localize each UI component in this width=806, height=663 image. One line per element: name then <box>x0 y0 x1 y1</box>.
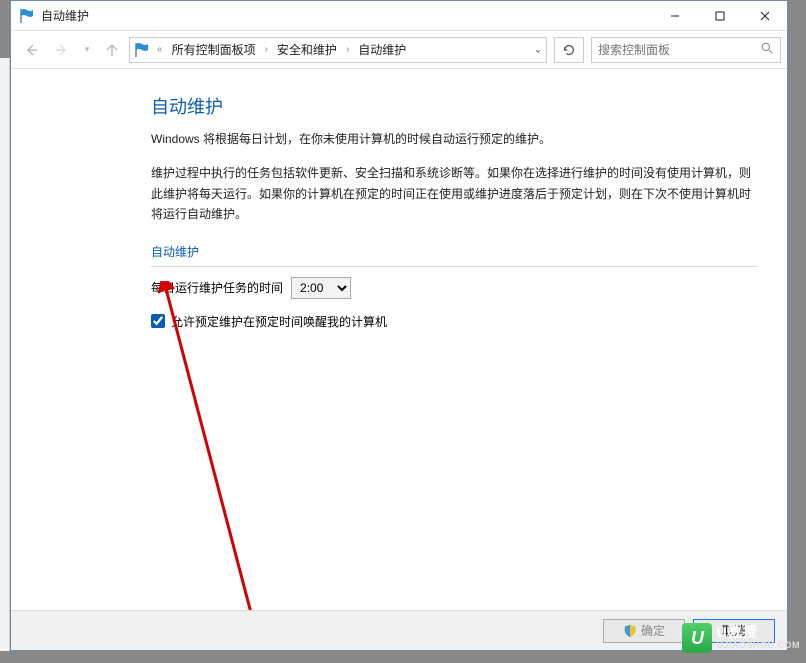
search-icon[interactable] <box>761 42 774 58</box>
flag-icon <box>134 42 150 58</box>
ok-button-label: 确定 <box>641 622 665 639</box>
window-title: 自动维护 <box>41 7 89 24</box>
breadcrumb-item[interactable]: 安全和维护 <box>273 39 341 60</box>
search-box[interactable] <box>591 37 781 63</box>
background-left-edge <box>0 58 10 651</box>
checkbox-row: 允许预定维护在预定时间唤醒我的计算机 <box>151 313 757 330</box>
back-button[interactable] <box>17 36 45 64</box>
maximize-button[interactable] <box>697 1 742 30</box>
forward-button[interactable] <box>48 36 76 64</box>
refresh-button[interactable] <box>554 37 584 63</box>
navbar: ▾ « 所有控制面板项 › 安全和维护 › 自动维护 ⌄ <box>11 31 787 69</box>
watermark-text: U教授 <box>716 625 800 640</box>
watermark-logo: U <box>682 623 712 653</box>
recent-dropdown[interactable]: ▾ <box>79 36 95 64</box>
wake-checkbox[interactable] <box>151 314 165 328</box>
chevron-right-icon: › <box>263 44 270 55</box>
chevron-down-icon[interactable]: ⌄ <box>534 44 542 55</box>
flag-icon <box>19 8 35 24</box>
breadcrumb[interactable]: « 所有控制面板项 › 安全和维护 › 自动维护 ⌄ <box>129 37 547 63</box>
watermark-url: UJIAOSHOU.COM <box>716 641 800 651</box>
watermark: U U教授 UJIAOSHOU.COM <box>676 621 806 655</box>
up-button[interactable] <box>98 36 126 64</box>
search-input[interactable] <box>598 43 774 57</box>
breadcrumb-sep: « <box>155 44 165 55</box>
window: 自动维护 ▾ « <box>10 0 788 651</box>
footer: 确定 取消 <box>11 610 787 650</box>
page-heading: 自动维护 <box>151 93 757 119</box>
annotation-arrow <box>151 281 271 610</box>
page-description-2: 维护过程中执行的任务包括软件更新、安全扫描和系统诊断等。如果你在选择进行维护的时… <box>151 163 757 224</box>
time-row: 每日运行维护任务的时间 2:00 <box>151 277 757 299</box>
breadcrumb-item[interactable]: 所有控制面板项 <box>168 39 260 60</box>
divider <box>151 266 757 267</box>
content-area: 自动维护 Windows 将根据每日计划，在你未使用计算机的时候自动运行预定的维… <box>11 69 787 610</box>
window-buttons <box>652 1 787 30</box>
breadcrumb-item[interactable]: 自动维护 <box>354 39 410 60</box>
time-select[interactable]: 2:00 <box>291 277 351 299</box>
time-label: 每日运行维护任务的时间 <box>151 279 283 296</box>
shield-icon <box>623 624 637 638</box>
close-button[interactable] <box>742 1 787 30</box>
minimize-button[interactable] <box>652 1 697 30</box>
titlebar: 自动维护 <box>11 1 787 31</box>
checkbox-label: 允许预定维护在预定时间唤醒我的计算机 <box>171 313 387 330</box>
section-label: 自动维护 <box>151 243 757 260</box>
page-description-1: Windows 将根据每日计划，在你未使用计算机的时候自动运行预定的维护。 <box>151 129 757 149</box>
ok-button[interactable]: 确定 <box>603 619 685 643</box>
chevron-right-icon: › <box>344 44 351 55</box>
